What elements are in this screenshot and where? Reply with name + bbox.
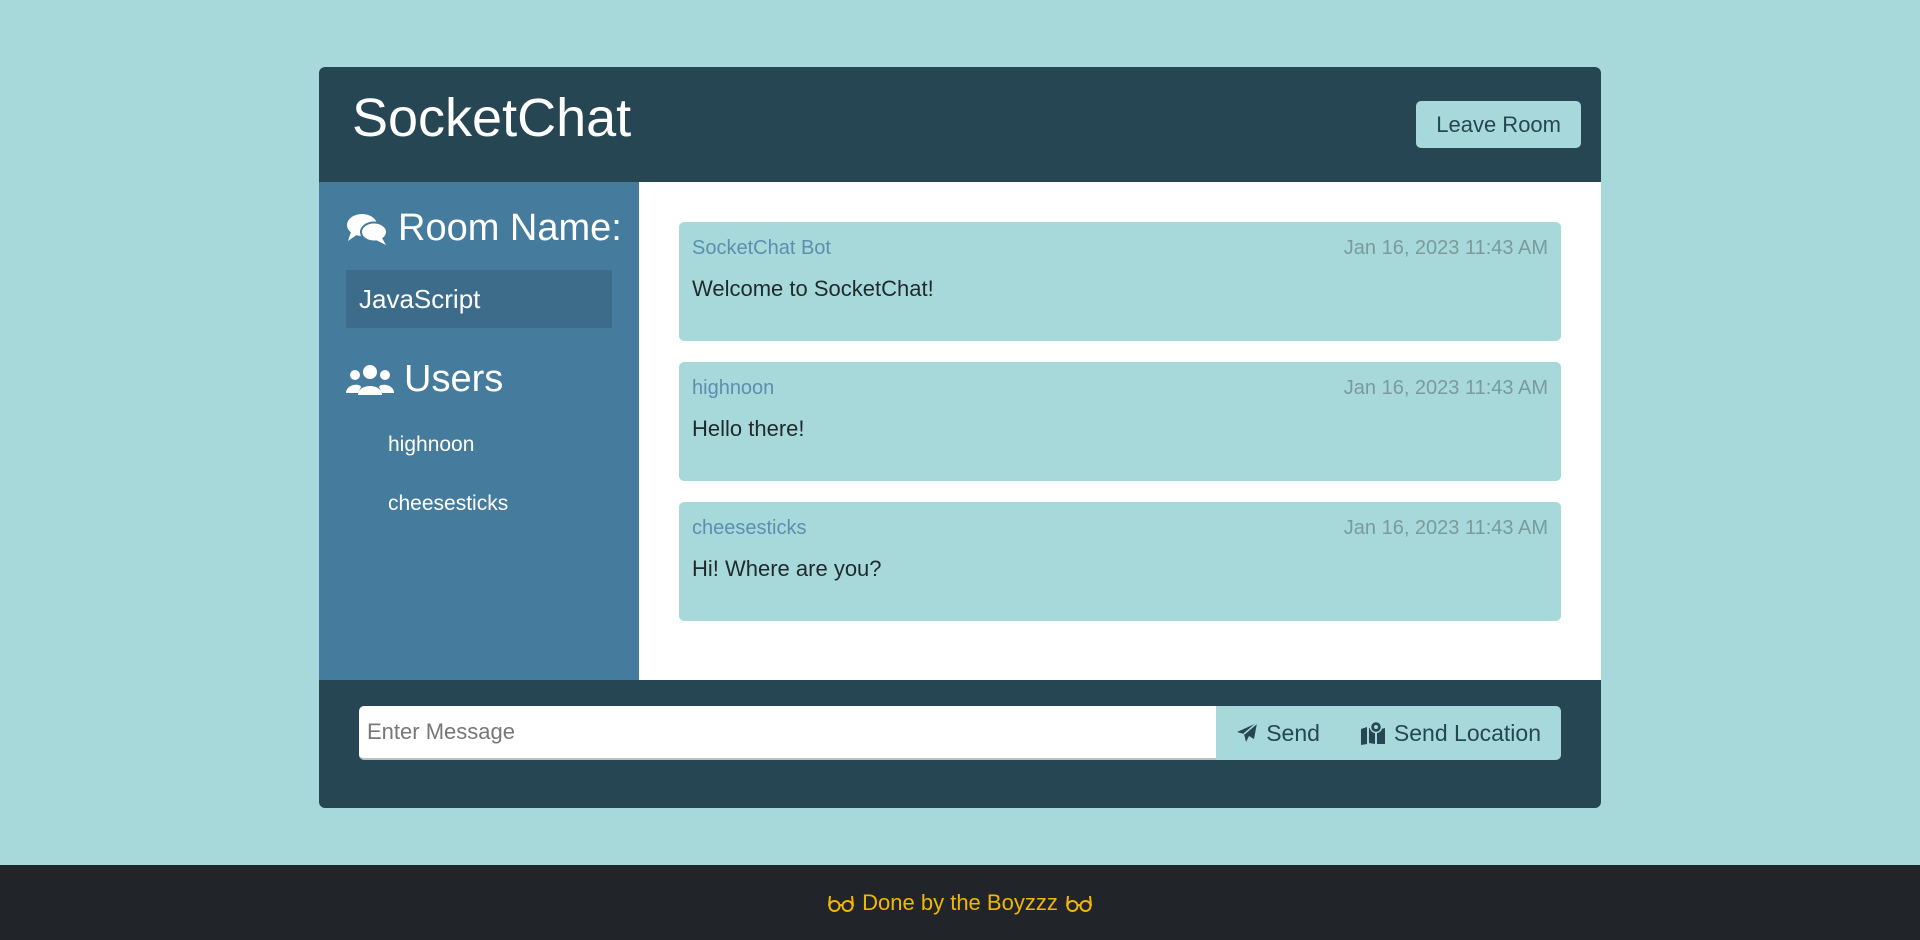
message-text: Hello there! xyxy=(692,416,805,441)
message-meta: cheesesticks Jan 16, 2023 11:43 AM xyxy=(692,517,1548,540)
message-text: Welcome to SocketChat! xyxy=(692,276,934,301)
map-location-icon xyxy=(1360,721,1385,745)
message-form-bar: Send Send Location xyxy=(319,680,1601,808)
messages-panel: SocketChat Bot Jan 16, 2023 11:43 AM Wel… xyxy=(639,182,1601,680)
message-time: Jan 16, 2023 11:43 AM xyxy=(1343,377,1548,399)
leave-room-button[interactable]: Leave Room xyxy=(1416,101,1581,148)
send-location-button-label: Send Location xyxy=(1393,719,1541,746)
message: cheesesticks Jan 16, 2023 11:43 AM Hi! W… xyxy=(679,502,1561,621)
users-list: highnoon cheesesticks xyxy=(346,431,612,549)
message-author: cheesesticks xyxy=(692,517,807,539)
chat-container: SocketChat Leave Room Room Name: JavaScr… xyxy=(319,67,1601,808)
message-form: Send Send Location xyxy=(359,706,1561,760)
app-title: SocketChat xyxy=(352,87,632,148)
footer-text: Done by the Boyzzz xyxy=(862,889,1058,915)
message-author: SocketChat Bot xyxy=(692,237,831,259)
room-name-heading: Room Name: xyxy=(346,207,622,250)
message-time: Jan 16, 2023 11:43 AM xyxy=(1343,517,1548,539)
chat-header: SocketChat Leave Room xyxy=(319,67,1601,182)
message-input[interactable] xyxy=(359,706,1217,760)
user-item: cheesesticks xyxy=(388,492,509,515)
footer: Done by the Boyzzz xyxy=(0,865,1920,940)
message-author: highnoon xyxy=(692,377,775,399)
form-buttons: Send Send Location xyxy=(1216,706,1561,760)
message: SocketChat Bot Jan 16, 2023 11:43 AM Wel… xyxy=(679,222,1561,341)
glasses-icon xyxy=(828,895,855,912)
send-button[interactable]: Send xyxy=(1216,706,1340,760)
users-heading: Users xyxy=(346,358,612,401)
message-text: Hi! Where are you? xyxy=(692,556,882,581)
send-location-button[interactable]: Send Location xyxy=(1340,706,1561,760)
message: highnoon Jan 16, 2023 11:43 AM Hello the… xyxy=(679,362,1561,481)
users-icon xyxy=(346,364,394,395)
users-heading-label: Users xyxy=(404,358,504,400)
message-time: Jan 16, 2023 11:43 AM xyxy=(1343,237,1548,259)
room-name: JavaScript xyxy=(346,270,612,328)
room-name-heading-label: Room Name: xyxy=(398,207,622,249)
user-item: highnoon xyxy=(388,433,475,456)
sidebar: Room Name: JavaScript Users highnoon che… xyxy=(319,182,639,680)
send-button-label: Send xyxy=(1266,719,1320,746)
paper-plane-icon xyxy=(1237,722,1258,742)
message-meta: SocketChat Bot Jan 16, 2023 11:43 AM xyxy=(692,237,1548,260)
comments-icon xyxy=(347,213,388,245)
message-meta: highnoon Jan 16, 2023 11:43 AM xyxy=(692,377,1548,400)
glasses-icon xyxy=(1065,895,1092,912)
chat-main: Room Name: JavaScript Users highnoon che… xyxy=(319,182,1601,680)
